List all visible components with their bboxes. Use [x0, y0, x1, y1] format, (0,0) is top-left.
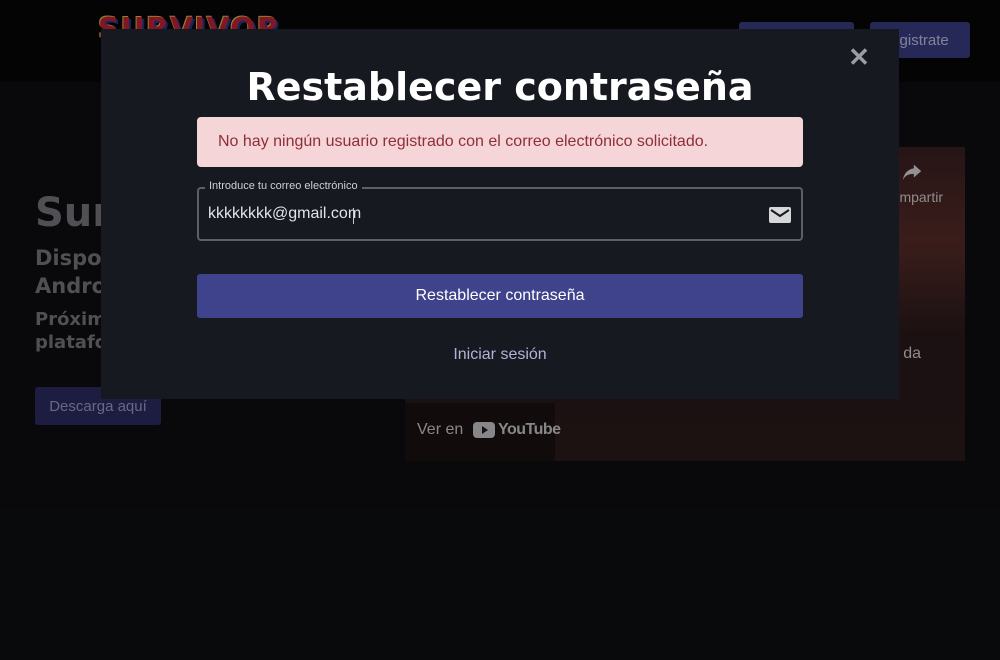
email-field[interactable]: Introduce tu correo electrónico	[197, 180, 803, 241]
reset-password-modal: ✕ Restablecer contraseña No hay ningún u…	[101, 29, 899, 399]
error-alert: No hay ningún usuario registrado con el …	[197, 117, 803, 167]
login-link[interactable]: Iniciar sesión	[101, 346, 899, 364]
reset-password-button[interactable]: Restablecer contraseña	[197, 274, 803, 318]
email-field-label: Introduce tu correo electrónico	[205, 180, 362, 192]
mail-icon	[769, 207, 791, 223]
text-caret	[353, 208, 354, 224]
modal-title: Restablecer contraseña	[246, 65, 754, 109]
email-input[interactable]	[208, 202, 748, 226]
